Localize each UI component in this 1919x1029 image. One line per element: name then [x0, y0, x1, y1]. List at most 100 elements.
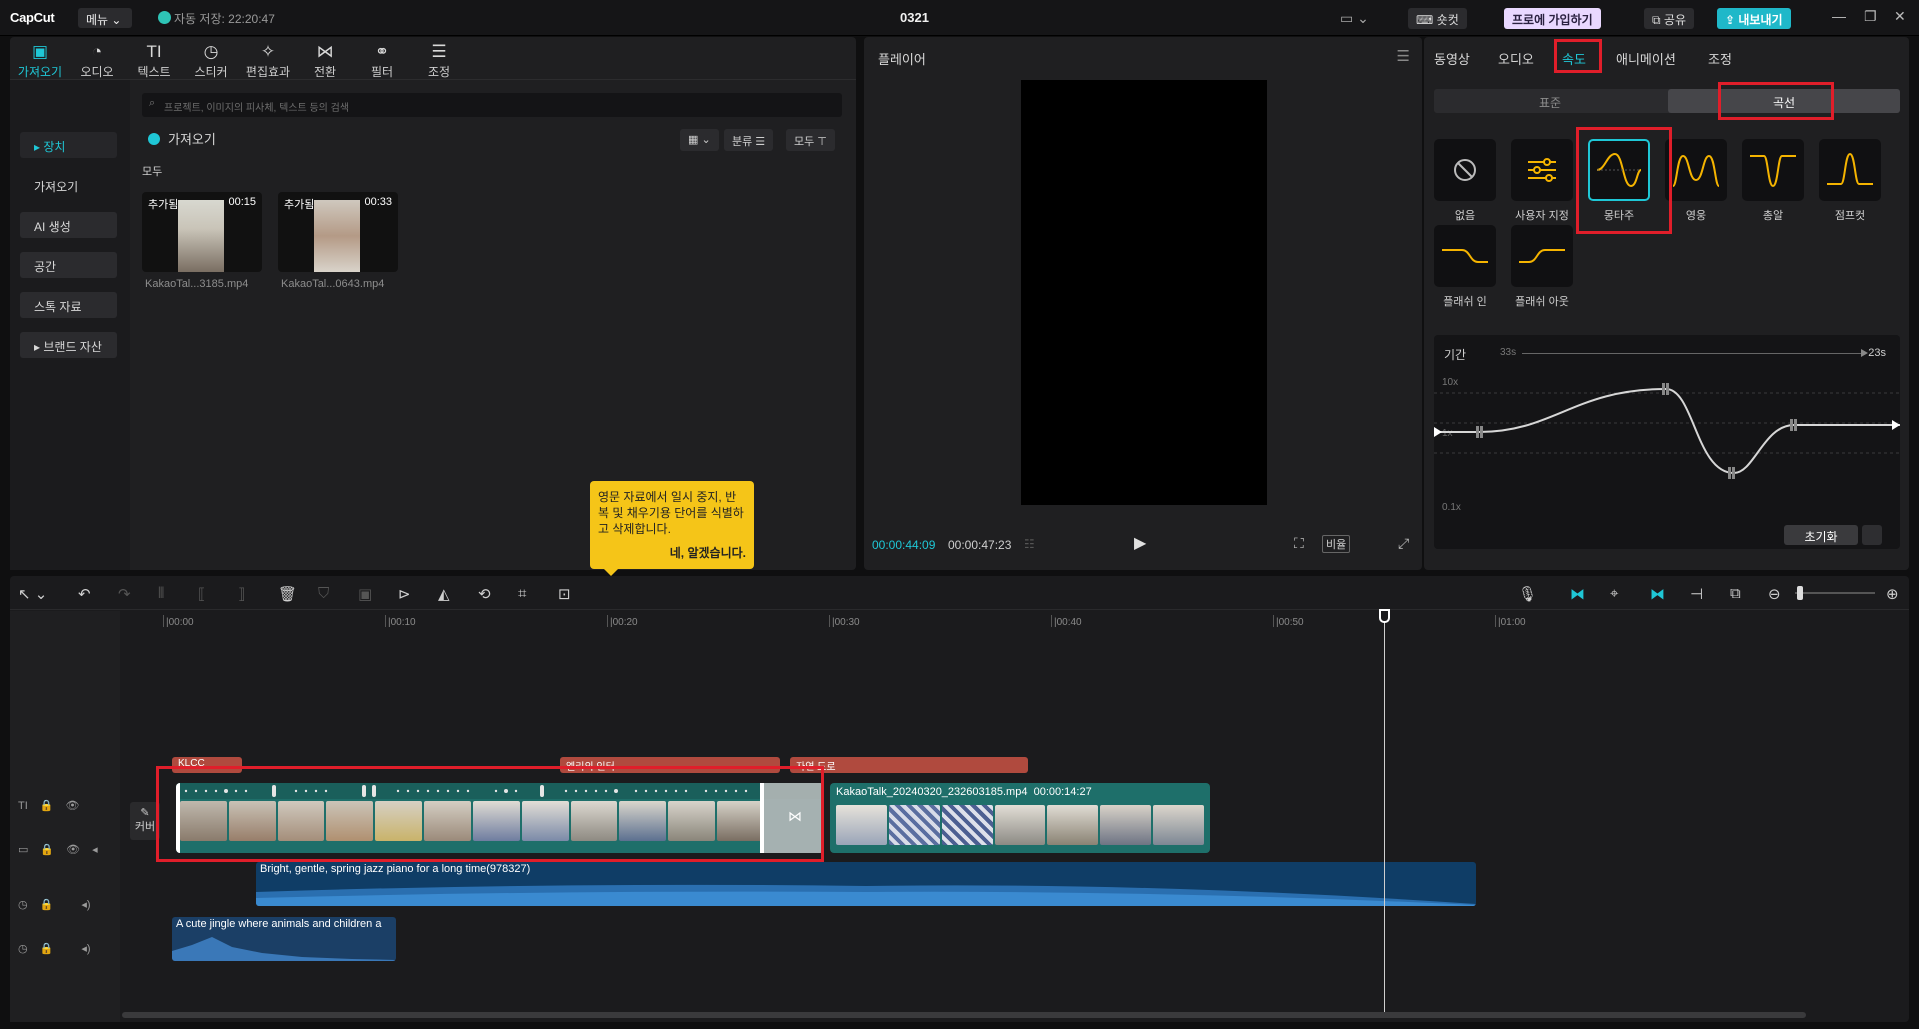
mode-curve[interactable]: 곡선 — [1668, 89, 1900, 113]
volume-icon[interactable]: ◂) — [81, 943, 90, 955]
zoom-slider[interactable] — [1795, 592, 1875, 594]
rotate-icon[interactable]: ⟲ — [478, 585, 491, 603]
tab-audio[interactable]: ◔ 오디오 — [71, 41, 123, 80]
preset-none[interactable]: 없음 — [1434, 139, 1496, 223]
tab-effects[interactable]: ✧ 편집효과 — [242, 41, 294, 80]
delete-icon[interactable]: 🗑 — [278, 585, 297, 603]
import-button[interactable]: 가져오기 — [148, 129, 216, 148]
media-thumb-1[interactable]: 추가됨 00:15 — [142, 192, 262, 272]
tab-text[interactable]: TI 텍스트 — [128, 41, 180, 80]
nav-stock[interactable]: 스톡 자료 — [20, 292, 117, 318]
fit-screen-icon[interactable]: ⛶ — [1294, 535, 1304, 552]
delete-left-icon[interactable]: ⟦ — [198, 585, 205, 603]
nav-import[interactable]: 가져오기 — [20, 172, 117, 198]
select-tool-icon[interactable]: ↖ ⌄ — [18, 585, 47, 603]
delete-right-icon[interactable]: ⟧ — [238, 585, 245, 603]
media-thumb-2[interactable]: 추가됨 00:33 — [278, 192, 398, 272]
sort-button[interactable]: 분류 ☰ — [724, 129, 774, 151]
grid-view-toggle[interactable]: ▦ ⌄ — [680, 129, 719, 151]
auto-cut-icon[interactable]: ⊡ — [558, 585, 571, 603]
tab-audio[interactable]: 오디오 — [1498, 49, 1534, 68]
zoom-in-icon[interactable]: ⊕ — [1886, 585, 1899, 603]
reset-dropdown[interactable] — [1862, 525, 1882, 545]
preset-bullet[interactable]: 총알 — [1742, 139, 1804, 223]
shortcut-button[interactable]: ⌨ 숏컷 — [1408, 8, 1467, 29]
split-icon[interactable]: ⫴ — [158, 585, 164, 602]
lock-icon[interactable]: 🔒 — [40, 943, 54, 955]
tab-transition[interactable]: ⋈ 전환 — [299, 41, 351, 80]
player-menu-icon[interactable]: ☰ — [1397, 47, 1410, 65]
text-clip[interactable]: 엘리의 인터 — [560, 757, 780, 773]
preview-screen[interactable] — [1021, 80, 1267, 505]
tab-import[interactable]: ▣ 가져오기 — [14, 41, 66, 80]
audio-clip[interactable]: A cute jingle where animals and children… — [172, 917, 396, 961]
main-track-magnet-icon[interactable]: ⧓ — [1570, 585, 1585, 603]
text-clip[interactable]: KLCC — [172, 757, 242, 773]
minimize-icon[interactable]: — — [1832, 8, 1846, 24]
fullscreen-icon[interactable]: ⤢ — [1398, 535, 1409, 552]
export-button[interactable]: ⇪ 내보내기 — [1717, 8, 1791, 29]
ratio-button[interactable]: 비율 — [1322, 535, 1351, 553]
text-clip[interactable]: 자연 도로 — [790, 757, 1028, 773]
restore-icon[interactable]: ❐ — [1864, 8, 1877, 25]
eye-icon[interactable]: 👁 — [65, 800, 79, 812]
tab-animation[interactable]: 애니메이션 — [1616, 49, 1676, 68]
reset-button[interactable]: 초기화 — [1784, 525, 1858, 545]
redo-icon[interactable]: ↷ — [118, 585, 131, 603]
lock-icon[interactable]: 🔒 — [40, 899, 54, 911]
media-search-input[interactable]: ⌕ 프로젝트, 이미지의 피사체, 텍스트 등의 검색 — [142, 93, 842, 117]
mirror-icon[interactable]: ◭ — [438, 585, 450, 603]
preset-flash-out[interactable]: 플래쉬 아웃 — [1511, 225, 1573, 309]
layout-icon[interactable]: ▭ ⌄ — [1340, 10, 1369, 27]
tab-sticker[interactable]: ◷ 스티커 — [185, 41, 237, 80]
freeze-icon[interactable]: ▣ — [358, 585, 372, 603]
mode-standard[interactable]: 표준 — [1434, 89, 1666, 113]
speed-curve-editor[interactable]: 기간 33s 23s 10x 0.1x 1x 초기화 — [1434, 335, 1900, 549]
linkage-icon[interactable]: ⧓ — [1650, 585, 1665, 603]
clip-left-handle[interactable] — [176, 783, 180, 853]
preview-axis-icon[interactable]: ⊣ — [1690, 585, 1703, 603]
play-circle-icon[interactable]: ⊳ — [398, 585, 411, 603]
nav-device[interactable]: ▸ 장치 — [20, 132, 117, 158]
preset-custom[interactable]: 사용자 지정 — [1511, 139, 1573, 223]
auto-snap-icon[interactable]: ⌖ — [1610, 585, 1618, 602]
caption-icon[interactable]: ⧉ — [1730, 585, 1741, 602]
eye-icon[interactable]: 👁 — [66, 844, 80, 856]
volume-icon[interactable]: ◂) — [81, 899, 90, 911]
tab-video[interactable]: 동영상 — [1434, 49, 1470, 68]
lock-icon[interactable]: 🔒 — [40, 800, 54, 812]
microphone-icon[interactable]: 🎙 — [1518, 585, 1537, 603]
crop-icon[interactable]: ⌗ — [518, 585, 526, 602]
timecode-list-icon[interactable]: ☷ — [1024, 537, 1035, 551]
speed-curve-graph[interactable]: 1x — [1434, 365, 1900, 515]
preset-flash-in[interactable]: 플래쉬 인 — [1434, 225, 1496, 309]
tab-filter[interactable]: ⚭ 필터 — [356, 41, 408, 80]
playhead[interactable] — [1384, 609, 1385, 1013]
cover-button[interactable]: ✎ 커버 — [130, 802, 160, 840]
nav-ai-generate[interactable]: AI 생성 — [20, 212, 117, 238]
transition-icon[interactable]: ⋈ — [788, 808, 802, 825]
zoom-out-icon[interactable]: ⊖ — [1768, 585, 1781, 603]
undo-icon[interactable]: ↶ — [78, 585, 91, 603]
tooltip-ok-button[interactable]: 네, 알겠습니다. — [670, 545, 746, 561]
video-clip[interactable]: KakaoTalk_20240320_232603185.mp4 00:00:1… — [830, 783, 1210, 853]
nav-brand-assets[interactable]: ▸ 브랜드 자산 — [20, 332, 117, 358]
tab-adjust[interactable]: ☰ 조정 — [413, 41, 465, 80]
timeline-scrollbar[interactable] — [122, 1012, 1806, 1018]
preset-montage[interactable]: 몽타주 — [1588, 139, 1650, 223]
tab-adjust[interactable]: 조정 — [1708, 49, 1732, 68]
selected-video-clip[interactable] — [176, 783, 824, 853]
preset-jumpcut[interactable]: 점프컷 — [1819, 139, 1881, 223]
play-icon[interactable]: ▶ — [1134, 533, 1146, 553]
filter-all-button[interactable]: 모두 ⊤ — [786, 129, 835, 151]
pro-subscribe-button[interactable]: 프로에 가입하기 — [1504, 8, 1601, 29]
close-icon[interactable]: ✕ — [1894, 8, 1906, 25]
audio-toggle-icon[interactable]: ◂ — [92, 844, 98, 856]
zoom-slider-knob[interactable] — [1797, 586, 1803, 600]
shield-icon[interactable]: ⛉ — [318, 585, 329, 602]
lock-icon[interactable]: 🔒 — [40, 844, 54, 856]
nav-space[interactable]: 공간 — [20, 252, 117, 278]
tab-speed[interactable]: 속도 — [1562, 49, 1586, 68]
share-button[interactable]: ⧉ 공유 — [1644, 8, 1694, 29]
playhead-handle[interactable] — [1379, 609, 1390, 623]
